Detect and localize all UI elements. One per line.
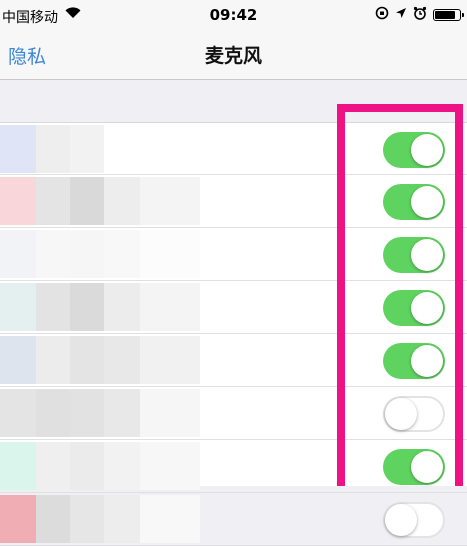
pixelated-app-name [0, 177, 36, 225]
microphone-access-toggle[interactable] [383, 290, 445, 326]
pixelated-app-name [70, 283, 104, 331]
alarm-icon [413, 6, 427, 24]
microphone-access-toggle[interactable] [383, 132, 445, 168]
microphone-access-toggle[interactable] [383, 502, 445, 538]
app-permission-list [0, 122, 467, 546]
pixelated-app-name [0, 442, 36, 490]
location-arrow-icon [395, 7, 407, 23]
pixelated-app-name [0, 336, 36, 384]
pixelated-app-name [36, 125, 70, 173]
status-bar: 中国移动 09:42 [0, 0, 467, 32]
pixelated-app-name [140, 125, 200, 173]
toggle-knob [385, 398, 417, 430]
pixelated-app-name [36, 442, 70, 490]
pixelated-app-name [140, 230, 200, 278]
pixelated-app-name [36, 389, 70, 437]
page-title: 麦克风 [204, 45, 262, 67]
list-item [0, 334, 467, 387]
pixelated-app-name [104, 389, 140, 437]
pixelated-app-name [36, 495, 70, 543]
toggle-knob [385, 504, 417, 536]
toggle-knob [411, 451, 443, 483]
pixelated-app-name [140, 495, 200, 543]
toggle-knob [411, 345, 443, 377]
battery-icon [433, 9, 464, 21]
toggle-knob [411, 134, 443, 166]
pixelated-app-name [140, 283, 200, 331]
pixelated-app-name [0, 125, 36, 173]
status-icons [375, 6, 464, 24]
pixelated-app-name [140, 336, 200, 384]
microphone-access-toggle[interactable] [383, 237, 445, 273]
pixelated-app-name [36, 230, 70, 278]
pixelated-app-name [36, 177, 70, 225]
pixelated-app-name [70, 495, 104, 543]
pixelated-app-name [70, 389, 104, 437]
pixelated-app-name [104, 283, 140, 331]
pixelated-app-name [104, 442, 140, 490]
list-item [0, 123, 467, 175]
pixelated-app-name [0, 389, 36, 437]
pixelated-app-name [70, 230, 104, 278]
toggle-knob [411, 239, 443, 271]
pixelated-app-name [0, 230, 36, 278]
pixelated-app-name [104, 125, 140, 173]
pixelated-app-name [104, 495, 140, 543]
toggle-knob [411, 292, 443, 324]
microphone-access-toggle[interactable] [383, 396, 445, 432]
pixelated-app-name [70, 177, 104, 225]
navigation-bar: 隐私 麦克风 [0, 32, 467, 80]
microphone-access-toggle[interactable] [383, 343, 445, 379]
pixelated-app-name [140, 442, 200, 490]
pixelated-app-name [70, 125, 104, 173]
pixelated-app-name [140, 389, 200, 437]
pixelated-app-name [0, 495, 36, 543]
pixelated-app-name [140, 177, 200, 225]
pixelated-app-name [36, 336, 70, 384]
battery-level [435, 11, 455, 19]
pixelated-app-name [36, 283, 70, 331]
microphone-access-toggle[interactable] [383, 449, 445, 485]
pixelated-app-name [0, 283, 36, 331]
list-item [0, 493, 467, 546]
microphone-access-toggle[interactable] [383, 184, 445, 220]
list-item [0, 228, 467, 281]
pixelated-app-name [70, 336, 104, 384]
pixelated-app-name [104, 336, 140, 384]
pixelated-app-name [70, 442, 104, 490]
list-item [0, 440, 467, 493]
list-item [0, 387, 467, 440]
rotation-lock-icon [375, 6, 389, 24]
toggle-knob [411, 186, 443, 218]
list-item [0, 175, 467, 228]
pixelated-app-name [104, 177, 140, 225]
pixelated-app-name [104, 230, 140, 278]
list-item [0, 281, 467, 334]
